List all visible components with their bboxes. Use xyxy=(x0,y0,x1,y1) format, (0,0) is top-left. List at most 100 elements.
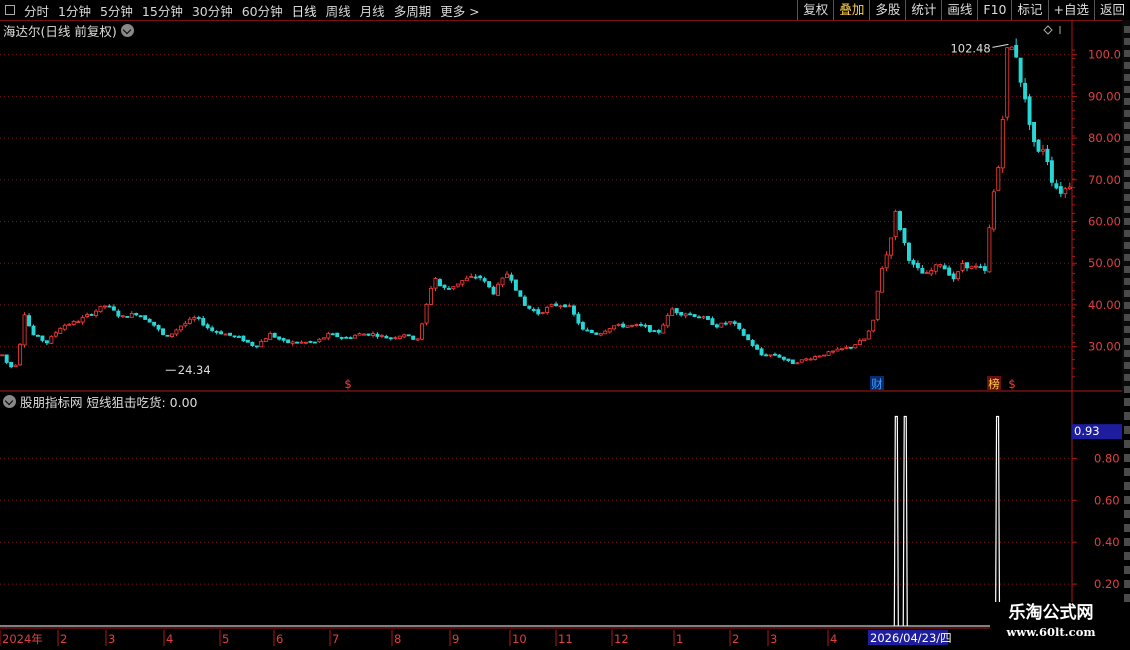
candle-body xyxy=(563,304,567,308)
candle-body xyxy=(442,284,447,288)
candle-body xyxy=(1023,82,1028,100)
candle-body xyxy=(147,318,152,323)
candle-body xyxy=(500,277,505,286)
candle-body xyxy=(554,303,559,307)
candle-body xyxy=(665,315,670,327)
date-label: 2 xyxy=(60,632,67,646)
indicator-title: 股朋指标网 短线狙击吃货: 0.00 xyxy=(3,392,198,411)
chart-annotations: 102.48 24.34 $ 财 榜 $ xyxy=(165,25,1061,391)
candle-body xyxy=(1027,96,1032,125)
candle-body xyxy=(237,336,241,338)
candle-body xyxy=(44,340,49,344)
indicator-label: 0.60 xyxy=(1094,493,1120,507)
candle-body xyxy=(505,273,509,279)
candle-body xyxy=(835,348,840,352)
candle-body xyxy=(433,278,438,289)
kline-chart[interactable]: 100.0 90.00 80.00 70.00 60.00 50.00 40.00 30.00… xyxy=(0,0,1130,650)
candle-body xyxy=(85,314,90,317)
candle-body xyxy=(384,335,389,339)
date-cursor-label: 2026/04/23/四 xyxy=(870,631,952,645)
candle-body xyxy=(670,308,675,316)
candle-body xyxy=(790,359,795,365)
candle-body xyxy=(1063,188,1068,195)
side-panel-glyph xyxy=(1124,374,1130,381)
price-label: 90.00 xyxy=(1088,89,1121,103)
side-panel-glyph xyxy=(1124,278,1130,285)
candle-body xyxy=(643,324,648,327)
indicator-title-text: 股朋指标网 短线狙击吃货: 0.00 xyxy=(20,395,198,410)
candle-body xyxy=(777,354,782,358)
candle-body xyxy=(174,329,179,335)
side-panel-glyph xyxy=(1124,98,1130,105)
candle-body xyxy=(813,356,818,360)
side-panel-glyph xyxy=(1124,230,1130,237)
side-panel-glyph xyxy=(1124,146,1130,153)
candle-body xyxy=(697,316,701,319)
candle-body xyxy=(871,319,876,332)
candle-body xyxy=(120,315,125,318)
candle-body xyxy=(616,323,621,326)
side-panel-glyph xyxy=(1124,38,1130,45)
candle-body xyxy=(250,341,255,347)
candle-body xyxy=(558,305,563,308)
side-panel-glyph xyxy=(1124,426,1130,434)
candle-body xyxy=(974,265,978,268)
date-label: 8 xyxy=(394,632,401,646)
candle-body xyxy=(62,324,67,330)
event-marker: $ xyxy=(344,377,351,391)
candle-body xyxy=(1036,139,1041,152)
side-panel-glyph xyxy=(1124,362,1130,369)
candle-body xyxy=(924,272,929,275)
candle-body xyxy=(576,313,581,324)
candle-body xyxy=(134,312,139,316)
side-panel-glyph xyxy=(1124,290,1130,297)
chevron-down-icon[interactable] xyxy=(3,395,16,408)
candle-body xyxy=(728,320,733,324)
low-label: 24.34 xyxy=(178,363,211,377)
price-label: 60.00 xyxy=(1088,215,1121,229)
signal-spike xyxy=(994,415,1001,627)
date-label: 10 xyxy=(512,632,527,646)
candlestick-series xyxy=(0,38,1072,369)
candle-body xyxy=(455,283,460,287)
side-panel-glyph xyxy=(1124,398,1130,406)
candle-body xyxy=(795,362,800,365)
candle-body xyxy=(366,333,371,336)
candle-body xyxy=(219,331,224,335)
watermark: 乐淘公式网 www.60lt.com xyxy=(990,602,1112,646)
candle-body xyxy=(415,338,420,341)
candle-body xyxy=(295,341,299,344)
side-panel-glyph xyxy=(1124,386,1130,393)
candle-body xyxy=(996,167,1001,191)
candle-body xyxy=(272,332,277,338)
candle-body xyxy=(429,288,433,305)
candle-body xyxy=(473,276,478,279)
indicator-label: 0.80 xyxy=(1094,451,1120,465)
candle-body xyxy=(362,333,366,336)
high-label: 102.48 xyxy=(950,41,990,55)
candle-body xyxy=(764,354,768,357)
candle-body xyxy=(884,254,889,269)
candle-body xyxy=(411,335,416,340)
candle-body xyxy=(513,279,518,291)
candle-body xyxy=(522,296,527,306)
chevron-down-icon[interactable] xyxy=(120,24,134,37)
candle-body xyxy=(545,306,550,313)
candle-body xyxy=(607,328,612,333)
candle-body xyxy=(111,306,116,311)
candle-body xyxy=(799,359,804,363)
candle-body xyxy=(661,324,666,334)
candle-body xyxy=(965,262,969,269)
candle-body xyxy=(496,283,500,296)
candle-body xyxy=(330,333,335,336)
candle-body xyxy=(245,339,250,343)
candle-body xyxy=(688,313,693,316)
candle-body xyxy=(907,242,911,261)
candle-body xyxy=(1049,160,1054,183)
candle-body xyxy=(201,318,206,326)
date-label: 2024年 xyxy=(2,632,43,646)
candle-body xyxy=(116,310,121,317)
indicator-label: 0.20 xyxy=(1094,577,1120,591)
candle-body xyxy=(1067,186,1072,190)
candle-body xyxy=(853,344,858,349)
